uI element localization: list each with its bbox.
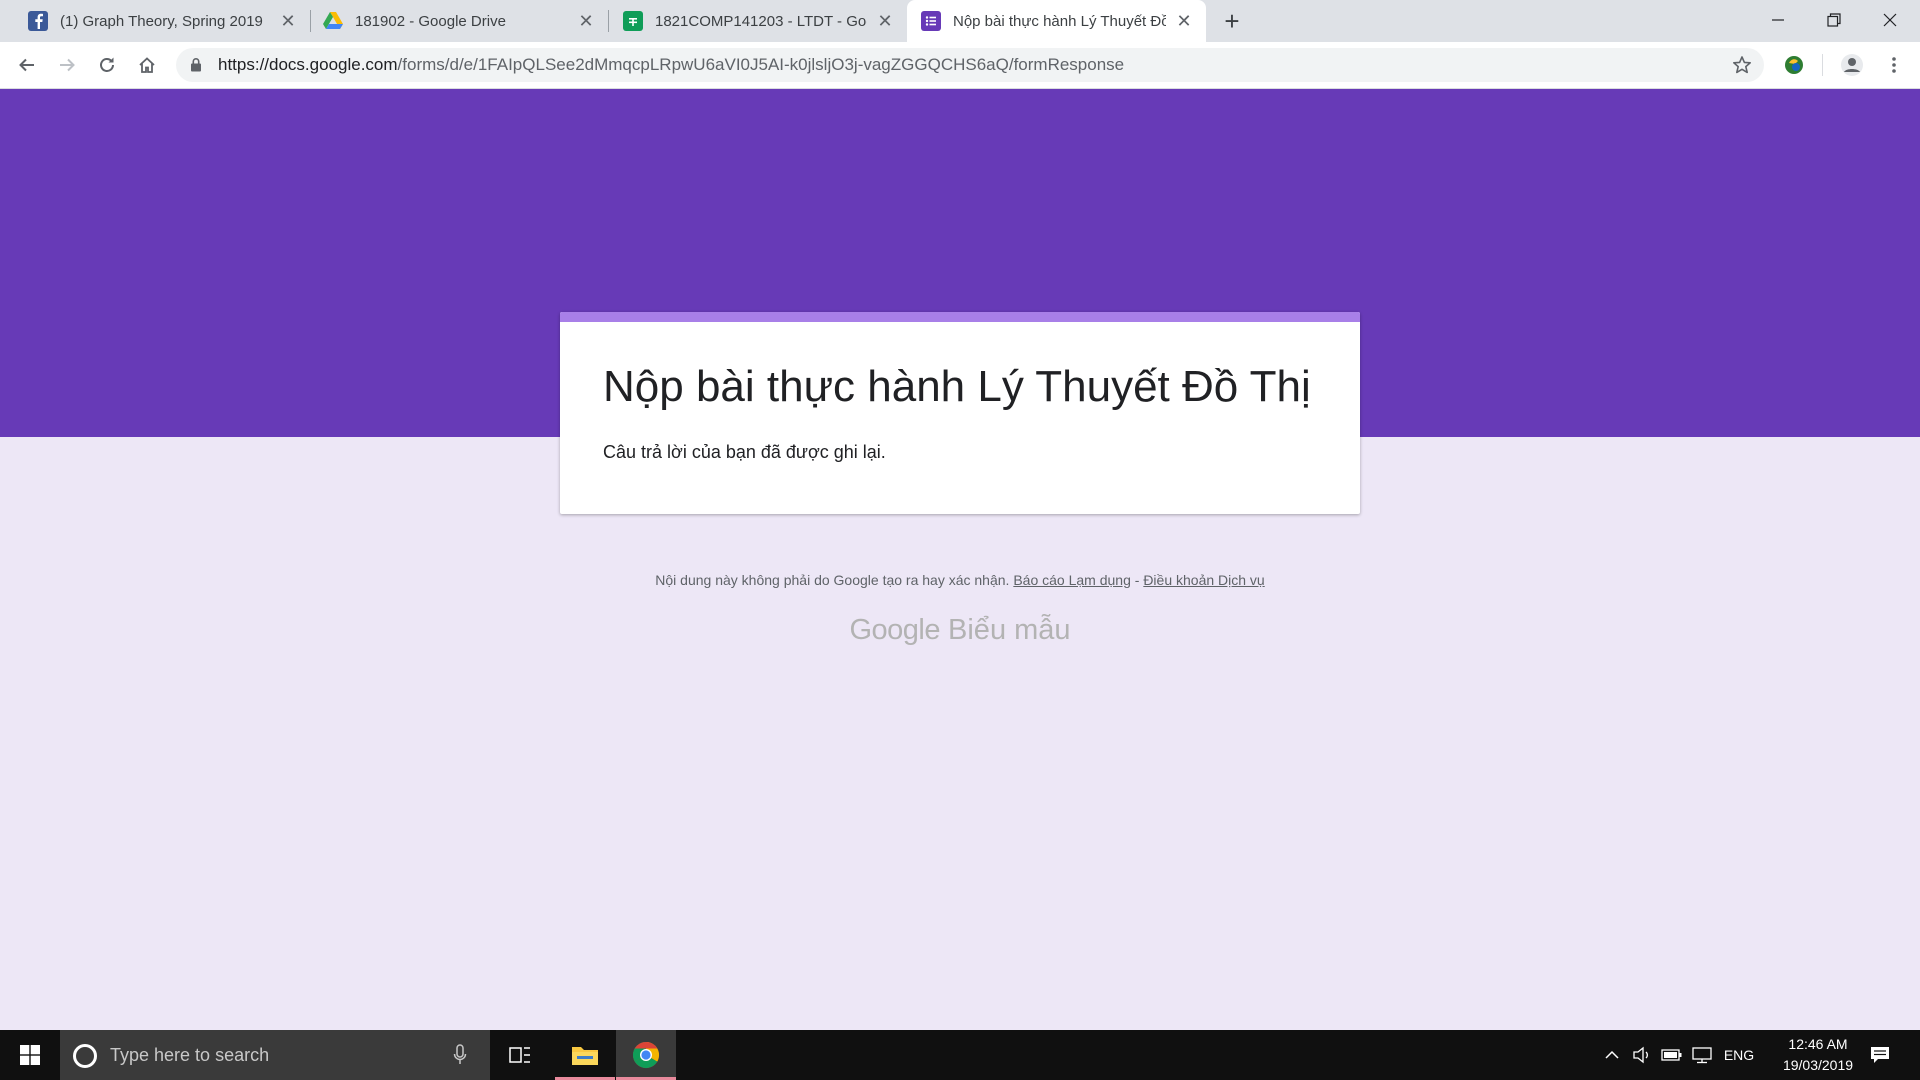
network-icon xyxy=(1692,1047,1712,1064)
chevron-up-icon xyxy=(1605,1050,1619,1059)
language-label: ENG xyxy=(1723,1047,1755,1063)
url-path: /forms/d/e/1FAIpQLSee2dMmqcpLRpwU6aVI0J5… xyxy=(397,55,1125,74)
tab-google-drive[interactable]: 181902 - Google Drive ✕ xyxy=(311,0,608,42)
google-drive-icon xyxy=(323,11,343,31)
tab-title: 181902 - Google Drive xyxy=(355,12,506,30)
tab-form-active[interactable]: Nộp bài thực hành Lý Thuyết Đồ ✕ xyxy=(907,0,1206,42)
tab-title: 1821COMP141203 - LTDT - Goog xyxy=(655,12,867,30)
home-button[interactable] xyxy=(131,49,163,81)
arrow-right-icon xyxy=(60,58,75,72)
extension-icon[interactable] xyxy=(1778,49,1810,81)
tab-close-icon[interactable]: ✕ xyxy=(1172,9,1196,33)
new-tab-button[interactable]: + xyxy=(1218,6,1246,36)
url-host: https://docs.google.com xyxy=(218,55,398,74)
show-hidden-icons-button[interactable] xyxy=(1598,1030,1626,1080)
brand-product: Biểu mẫu xyxy=(939,614,1071,646)
tab-close-icon[interactable]: ✕ xyxy=(276,9,300,33)
folder-icon xyxy=(572,1047,598,1065)
taskbar-clock[interactable]: 12:46 AM 19/03/2019 xyxy=(1758,1030,1878,1080)
tab-title: Nộp bài thực hành Lý Thuyết Đồ xyxy=(953,12,1166,30)
battery-button[interactable] xyxy=(1658,1030,1686,1080)
tab-ltdt-sheet[interactable]: 1821COMP141203 - LTDT - Goog ✕ xyxy=(609,0,907,42)
url-text: https://docs.google.com/forms/d/e/1FAIpQ… xyxy=(218,48,1124,82)
menu-kebab-icon[interactable] xyxy=(1878,49,1910,81)
volume-button[interactable] xyxy=(1628,1030,1656,1080)
form-footer: Nội dung này không phải do Google tạo ra… xyxy=(0,572,1920,588)
chrome-taskbar-button[interactable] xyxy=(616,1030,676,1080)
tab-strip: (1) Graph Theory, Spring 2019 ✕ 181902 -… xyxy=(0,0,1920,42)
task-view-button[interactable] xyxy=(490,1030,550,1080)
notification-icon xyxy=(1871,1047,1889,1063)
action-center-button[interactable] xyxy=(1862,1030,1898,1080)
terms-of-service-link[interactable]: Điều khoản Dịch vụ xyxy=(1143,572,1264,588)
windows-logo-icon xyxy=(20,1045,40,1065)
home-icon xyxy=(139,57,155,73)
windows-taskbar: Type here to search ENG 12:46 AM 19/03/2… xyxy=(0,1030,1920,1080)
battery-icon xyxy=(1661,1049,1682,1061)
tab-graph-theory[interactable]: (1) Graph Theory, Spring 2019 ✕ xyxy=(0,0,310,42)
chrome-icon xyxy=(632,1041,660,1069)
google-forms-logo[interactable]: Google Biểu mẫu xyxy=(0,614,1920,647)
restore-button[interactable] xyxy=(1806,0,1862,40)
bookmark-star-icon[interactable] xyxy=(1732,55,1752,80)
cortana-icon xyxy=(73,1044,97,1068)
forward-button[interactable] xyxy=(51,49,83,81)
arrow-left-icon xyxy=(19,58,34,72)
input-language-button[interactable]: ENG xyxy=(1718,1030,1760,1080)
reload-button[interactable] xyxy=(91,49,123,81)
footer-separator: - xyxy=(1130,572,1144,588)
profile-avatar[interactable] xyxy=(1836,49,1868,81)
start-button[interactable] xyxy=(0,1030,60,1080)
report-abuse-link[interactable]: Báo cáo Lạm dụng xyxy=(1013,572,1131,588)
back-button[interactable] xyxy=(11,49,43,81)
form-title: Nộp bài thực hành Lý Thuyết Đồ Thị xyxy=(603,362,1311,411)
card-accent-strip xyxy=(560,312,1360,322)
close-window-button[interactable] xyxy=(1862,0,1918,40)
search-placeholder: Type here to search xyxy=(110,1045,270,1065)
tab-close-icon[interactable]: ✕ xyxy=(873,9,897,33)
microphone-icon[interactable] xyxy=(453,1044,467,1071)
google-sheets-icon xyxy=(623,11,643,31)
browser-toolbar: https://docs.google.com/forms/d/e/1FAIpQ… xyxy=(0,42,1920,89)
google-forms-icon xyxy=(921,11,941,31)
network-button[interactable] xyxy=(1688,1030,1716,1080)
reload-icon xyxy=(100,57,114,72)
task-view-icon xyxy=(509,1047,530,1063)
brand-google: Google xyxy=(849,614,940,646)
tab-close-icon[interactable]: ✕ xyxy=(574,9,598,33)
disclaimer-text: Nội dung này không phải do Google tạo ra… xyxy=(655,572,1014,588)
facebook-icon xyxy=(28,11,48,31)
speaker-icon xyxy=(1633,1046,1648,1064)
toolbar-divider xyxy=(1822,54,1823,76)
tab-title: (1) Graph Theory, Spring 2019 xyxy=(60,12,263,30)
confirmation-card: Nộp bài thực hành Lý Thuyết Đồ Thị Câu t… xyxy=(560,312,1360,514)
address-bar[interactable]: https://docs.google.com/forms/d/e/1FAIpQ… xyxy=(176,48,1764,82)
clock-date: 19/03/2019 xyxy=(1782,1057,1854,1073)
clock-time: 12:46 AM xyxy=(1788,1036,1848,1052)
file-explorer-button[interactable] xyxy=(555,1030,615,1080)
minimize-button[interactable] xyxy=(1750,0,1806,40)
confirmation-message: Câu trả lời của bạn đã được ghi lại. xyxy=(603,442,886,462)
lock-icon xyxy=(190,57,202,77)
taskbar-search-box[interactable]: Type here to search xyxy=(60,1030,490,1080)
